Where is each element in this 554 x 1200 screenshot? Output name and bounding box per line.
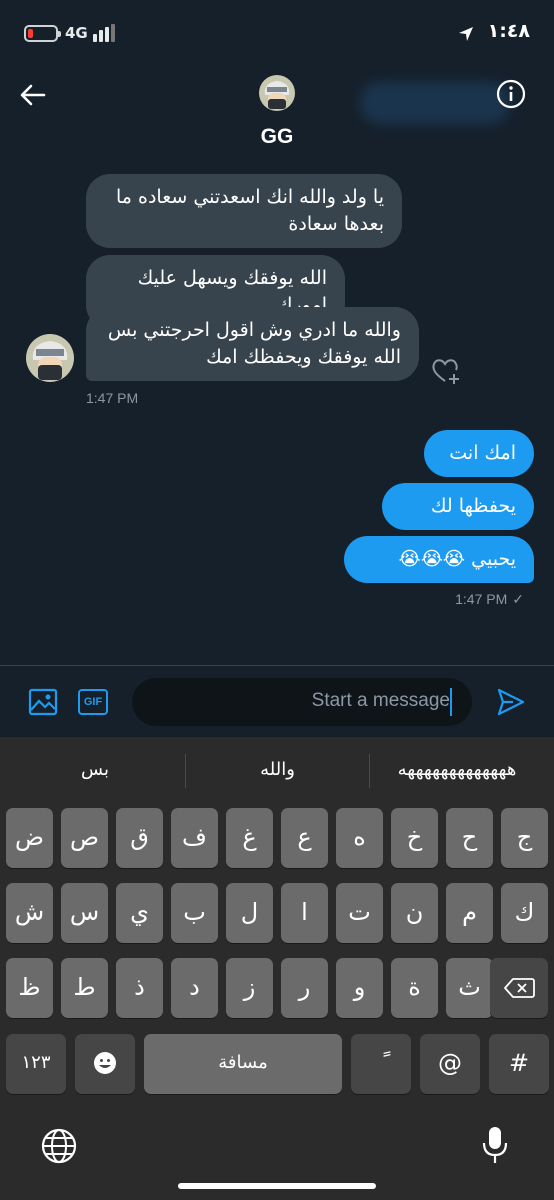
status-bar: 4G ١:٤٨ bbox=[0, 0, 554, 66]
message-composer: GIF Start a message bbox=[0, 665, 554, 737]
network-type: 4G bbox=[65, 24, 88, 42]
emoji-icon bbox=[94, 1052, 116, 1074]
key-letter[interactable]: ن bbox=[391, 883, 438, 943]
key-letter[interactable]: ش bbox=[6, 883, 53, 943]
backspace-icon bbox=[504, 978, 535, 998]
outgoing-message[interactable]: يحفظها لك bbox=[382, 483, 534, 530]
location-arrow-icon bbox=[459, 27, 473, 41]
key-letter[interactable]: ك bbox=[501, 883, 548, 943]
back-arrow-icon[interactable] bbox=[18, 80, 48, 110]
key-letter[interactable]: ذ bbox=[116, 958, 163, 1018]
key-letter[interactable]: خ bbox=[391, 808, 438, 868]
key-letter[interactable]: ص bbox=[61, 808, 108, 868]
sender-avatar[interactable] bbox=[26, 334, 74, 382]
globe-icon[interactable] bbox=[40, 1127, 78, 1165]
numbers-key[interactable]: ١٢٣ bbox=[6, 1034, 66, 1094]
backspace-key[interactable] bbox=[490, 958, 548, 1018]
home-indicator bbox=[178, 1183, 376, 1189]
key-letter[interactable]: ا bbox=[281, 883, 328, 943]
key-letter[interactable]: ت bbox=[336, 883, 383, 943]
send-icon[interactable] bbox=[496, 687, 526, 717]
key-letter[interactable]: ه bbox=[336, 808, 383, 868]
key-letter[interactable]: س bbox=[61, 883, 108, 943]
suggestion-bar: هههههههههههههه والله بس bbox=[0, 737, 554, 807]
suggestion-divider bbox=[369, 754, 370, 788]
incoming-message[interactable]: يا ولد والله انك اسعدتني سعاده ما بعدها … bbox=[86, 174, 402, 248]
conversation-title: GG bbox=[260, 125, 294, 148]
key-letter[interactable]: ث bbox=[446, 958, 493, 1018]
key-letter[interactable]: ج bbox=[501, 808, 548, 868]
outgoing-message[interactable]: يحبيي 😭😭😭 bbox=[344, 536, 534, 583]
key-letter[interactable]: ر bbox=[281, 958, 328, 1018]
avatar[interactable] bbox=[259, 75, 295, 111]
microphone-icon[interactable] bbox=[480, 1125, 510, 1165]
key-letter[interactable]: ع bbox=[281, 808, 328, 868]
heart-plus-icon[interactable] bbox=[430, 355, 462, 385]
message-placeholder: Start a message bbox=[311, 690, 450, 711]
at-key[interactable]: @ bbox=[420, 1034, 480, 1094]
key-letter[interactable]: د bbox=[171, 958, 218, 1018]
key-letter[interactable]: ف bbox=[171, 808, 218, 868]
message-input[interactable]: Start a message bbox=[132, 678, 472, 726]
image-icon[interactable] bbox=[28, 687, 58, 717]
key-letter[interactable]: ل bbox=[226, 883, 273, 943]
info-icon[interactable] bbox=[496, 79, 526, 109]
outgoing-time: 1:47 PM bbox=[455, 591, 508, 607]
text-caret bbox=[450, 688, 452, 716]
incoming-message[interactable]: والله ما ادري وش اقول احرجتني بس الله يو… bbox=[86, 307, 419, 381]
status-time: ١:٤٨ bbox=[487, 20, 530, 42]
key-letter[interactable]: م bbox=[446, 883, 493, 943]
suggestion-divider bbox=[185, 754, 186, 788]
signal-icon bbox=[93, 24, 119, 42]
key-letter[interactable]: ض bbox=[6, 808, 53, 868]
key-letter[interactable]: ظ bbox=[6, 958, 53, 1018]
key-letter[interactable]: ي bbox=[116, 883, 163, 943]
space-key[interactable]: مسافة bbox=[144, 1034, 342, 1094]
suggestion-item[interactable]: والله bbox=[190, 759, 365, 780]
outgoing-timestamp: 1:47 PM ✓ bbox=[455, 591, 524, 608]
key-letter[interactable]: ة bbox=[391, 958, 438, 1018]
suggestion-item[interactable]: بس bbox=[10, 759, 180, 780]
key-letter[interactable]: ط bbox=[61, 958, 108, 1018]
incoming-timestamp: 1:47 PM bbox=[86, 390, 139, 406]
key-letter[interactable]: ق bbox=[116, 808, 163, 868]
diacritic-key[interactable]: ً bbox=[351, 1034, 411, 1094]
battery-icon bbox=[24, 25, 61, 42]
sent-check-icon: ✓ bbox=[512, 591, 524, 607]
suggestion-item[interactable]: هههههههههههههه bbox=[372, 759, 542, 780]
key-letter[interactable]: ب bbox=[171, 883, 218, 943]
hash-key[interactable]: # bbox=[489, 1034, 549, 1094]
gif-button[interactable]: GIF bbox=[78, 689, 108, 715]
emoji-key[interactable] bbox=[75, 1034, 135, 1094]
key-letter[interactable]: ح bbox=[446, 808, 493, 868]
blurred-region bbox=[360, 82, 510, 124]
outgoing-message[interactable]: امك انت bbox=[424, 430, 534, 477]
key-letter[interactable]: ز bbox=[226, 958, 273, 1018]
key-letter[interactable]: و bbox=[336, 958, 383, 1018]
key-letter[interactable]: غ bbox=[226, 808, 273, 868]
